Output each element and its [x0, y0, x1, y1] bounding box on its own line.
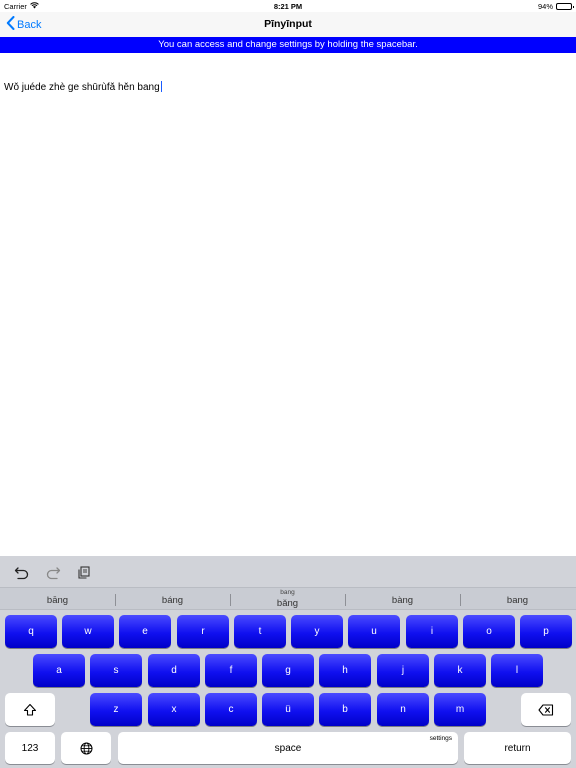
key-k[interactable]: k [434, 654, 486, 687]
candidate-5[interactable]: bang [460, 588, 575, 611]
key-x[interactable]: x [148, 693, 200, 726]
key-f[interactable]: f [205, 654, 257, 687]
space-label: space [274, 742, 302, 754]
settings-hint-banner: You can access and change settings by ho… [0, 37, 576, 53]
shift-key[interactable] [5, 693, 55, 726]
key-i[interactable]: i [406, 615, 458, 648]
candidate-label: bǎng [276, 598, 299, 609]
candidate-sublabel: bang [280, 589, 295, 596]
key-p[interactable]: p [520, 615, 572, 648]
numbers-key[interactable]: 123 [5, 732, 55, 764]
navigation-bar: Back Pīnyīnput [0, 12, 576, 37]
key-q[interactable]: q [5, 615, 57, 648]
editor-text-line: Wǒ juéde zhè ge shūrùfǎ hěn bang [4, 81, 163, 93]
globe-icon [80, 742, 92, 754]
settings-hint: settings [429, 735, 452, 742]
candidate-bar: bāng báng bang bǎng bàng bang [0, 587, 576, 610]
key-g[interactable]: g [262, 654, 314, 687]
key-a[interactable]: a [33, 654, 85, 687]
undo-button[interactable] [14, 564, 30, 580]
shortcut-bar [0, 556, 576, 587]
paste-icon [78, 566, 90, 579]
battery-percent: 94% [537, 2, 553, 11]
delete-key[interactable] [521, 693, 571, 726]
key-h[interactable]: h [319, 654, 371, 687]
key-w[interactable]: w [62, 615, 114, 648]
key-c[interactable]: c [205, 693, 257, 726]
space-key[interactable]: settings space [118, 732, 458, 764]
return-key[interactable]: return [464, 732, 571, 764]
status-bar: Carrier 8:21 PM 94% [0, 0, 576, 12]
redo-icon [46, 567, 61, 580]
key-e[interactable]: e [119, 615, 171, 648]
candidate-1[interactable]: bāng [0, 588, 115, 611]
candidate-label: bang [506, 595, 529, 606]
page-title: Pīnyīnput [264, 18, 312, 30]
globe-key[interactable] [61, 732, 111, 764]
key-b[interactable]: b [319, 693, 371, 726]
key-o[interactable]: o [463, 615, 515, 648]
key-y[interactable]: y [291, 615, 343, 648]
candidate-label: bàng [391, 595, 414, 606]
key-m[interactable]: m [434, 693, 486, 726]
candidate-label: báng [161, 595, 184, 606]
key-u-umlaut[interactable]: ü [262, 693, 314, 726]
key-j[interactable]: j [377, 654, 429, 687]
keyboard: bāng báng bang bǎng bàng bang q w e r t … [0, 556, 576, 768]
shift-icon [23, 703, 37, 716]
candidate-2[interactable]: báng [115, 588, 230, 611]
clock: 8:21 PM [273, 2, 303, 11]
editor-text: Wǒ juéde zhè ge shūrùfǎ hěn bang [4, 82, 160, 93]
text-cursor [160, 81, 163, 92]
key-z[interactable]: z [90, 693, 142, 726]
app-screen: Carrier 8:21 PM 94% Back Pīnyīnput You c… [0, 0, 576, 768]
delete-icon [538, 703, 554, 716]
candidate-label: bāng [46, 595, 69, 606]
battery-status: 94% [537, 2, 574, 11]
key-u[interactable]: u [348, 615, 400, 648]
candidate-3[interactable]: bang bǎng [230, 588, 345, 611]
candidate-4[interactable]: bàng [345, 588, 460, 611]
key-d[interactable]: d [148, 654, 200, 687]
key-n[interactable]: n [377, 693, 429, 726]
paste-button[interactable] [76, 564, 92, 580]
text-editor[interactable]: Wǒ juéde zhè ge shūrùfǎ hěn bang [0, 53, 576, 556]
battery-icon [556, 3, 574, 10]
key-l[interactable]: l [491, 654, 543, 687]
redo-button[interactable] [45, 564, 61, 580]
undo-icon [14, 567, 29, 580]
key-s[interactable]: s [90, 654, 142, 687]
key-t[interactable]: t [234, 615, 286, 648]
key-r[interactable]: r [177, 615, 229, 648]
